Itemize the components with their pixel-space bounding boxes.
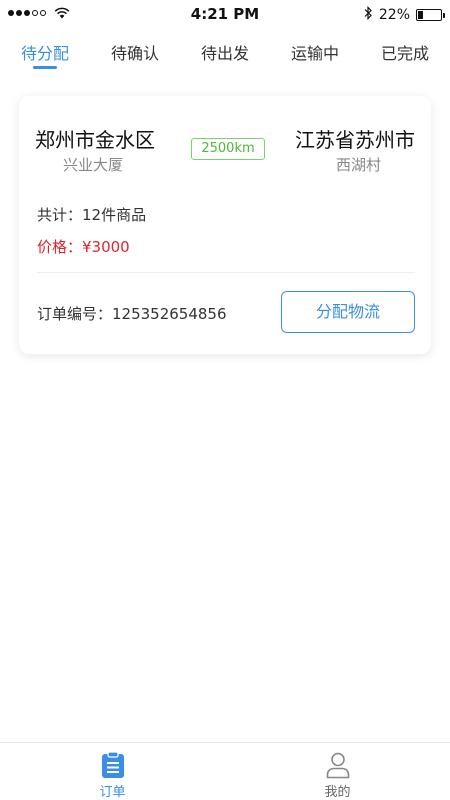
- tab-label: 待确认: [110, 44, 159, 63]
- divider: [37, 272, 415, 273]
- tab-completed[interactable]: 已完成: [360, 36, 450, 76]
- tab-label: 运输中: [290, 44, 339, 63]
- tab-in-transit[interactable]: 运输中: [270, 36, 360, 76]
- nav-label: 我的: [324, 785, 351, 800]
- bottom-nav: 订单 我的: [0, 742, 450, 800]
- distance-badge: 2500km: [191, 138, 265, 160]
- status-bar: 4:21 PM 22%: [0, 0, 450, 28]
- assign-logistics-button[interactable]: 分配物流: [281, 291, 415, 333]
- origin-city: 郑州市金水区: [35, 128, 155, 152]
- nav-item-mine[interactable]: 我的: [225, 743, 450, 800]
- tab-label: 待分配: [20, 44, 69, 63]
- tab-label: 已完成: [380, 44, 429, 63]
- battery-icon: [416, 9, 445, 21]
- tab-pending-confirmation[interactable]: 待确认: [90, 36, 180, 76]
- tab-pending-departure[interactable]: 待出发: [180, 36, 270, 76]
- battery-percent: 22%: [378, 7, 410, 23]
- active-tab-indicator: [33, 66, 57, 69]
- tab-label: 待出发: [200, 44, 249, 63]
- clipboard-icon: [100, 751, 126, 779]
- origin-detail: 兴业大厦: [63, 156, 124, 174]
- order-price: 价格：¥3000: [37, 238, 130, 256]
- battery-fill: [418, 11, 423, 19]
- order-number: 订单编号：125352654856: [37, 305, 227, 323]
- order-status-tabs: 待分配 待确认 待出发 运输中 已完成: [0, 36, 450, 76]
- bluetooth-icon: [363, 6, 373, 24]
- user-icon: [325, 751, 351, 779]
- destination-detail: 西湖村: [335, 156, 381, 174]
- nav-item-orders[interactable]: 订单: [0, 743, 225, 800]
- tab-pending-assignment[interactable]: 待分配: [0, 36, 90, 76]
- nav-label: 订单: [99, 785, 126, 800]
- destination-city: 江苏省苏州市: [295, 128, 415, 152]
- item-count: 共计：12件商品: [37, 206, 147, 224]
- order-card[interactable]: 郑州市金水区 兴业大厦 2500km 江苏省苏州市 西湖村 共计：12件商品 价…: [19, 96, 431, 354]
